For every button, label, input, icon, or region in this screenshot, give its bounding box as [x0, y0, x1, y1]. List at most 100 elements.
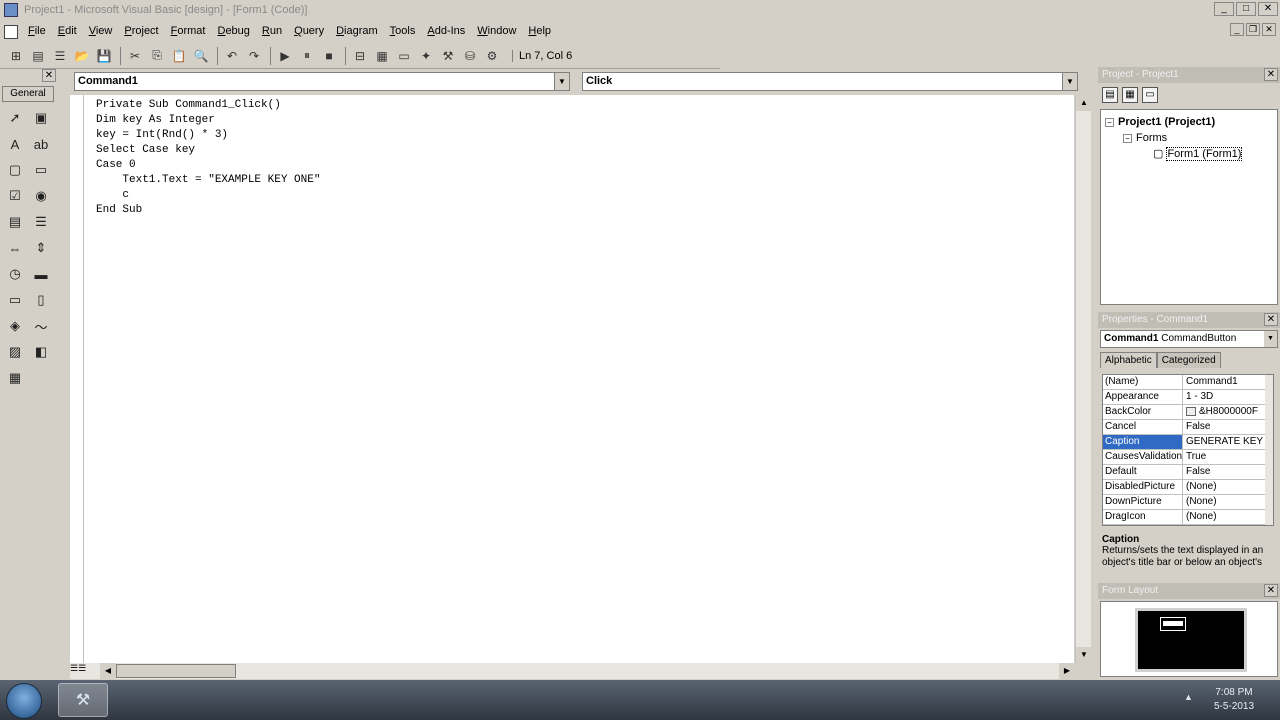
menu-window[interactable]: Window	[471, 22, 522, 41]
property-value-color[interactable]: &H8000000F	[1183, 405, 1273, 419]
form-layout-close-button[interactable]: ✕	[1264, 584, 1278, 597]
property-row[interactable]: Appearance 1 - 3D	[1103, 390, 1273, 405]
add-form-icon[interactable]: ▤	[28, 46, 48, 66]
combobox-icon[interactable]: ▤	[4, 211, 26, 233]
code-line[interactable]: Text1.Text = "EXAMPLE KEY ONE"	[96, 173, 1074, 188]
code-line[interactable]: key = Int(Rnd() * 3)	[96, 128, 1074, 143]
properties-object-combo[interactable]: Command1 CommandButton ▼	[1100, 330, 1278, 348]
copy-icon[interactable]: ⎘	[147, 46, 167, 66]
property-value[interactable]: (None)	[1183, 480, 1273, 494]
data-icon[interactable]: ◧	[30, 341, 52, 363]
image-icon[interactable]: ▨	[4, 341, 26, 363]
property-row[interactable]: Cancel False	[1103, 420, 1273, 435]
menu-help[interactable]: Help	[522, 22, 557, 41]
tab-alphabetic[interactable]: Alphabetic	[1100, 352, 1157, 368]
project-explorer-close-button[interactable]: ✕	[1264, 68, 1278, 81]
property-value[interactable]: (None)	[1183, 495, 1273, 509]
property-value[interactable]: True	[1183, 450, 1273, 464]
undo-icon[interactable]: ↶	[222, 46, 242, 66]
code-line[interactable]: Dim key As Integer	[96, 113, 1074, 128]
picturebox-icon[interactable]: ▣	[30, 107, 52, 129]
cut-icon[interactable]: ✂	[125, 46, 145, 66]
maximize-button[interactable]: □	[1236, 2, 1256, 16]
mdi-restore-button[interactable]: ❐	[1246, 23, 1260, 36]
data-view-icon[interactable]: ⛁	[460, 46, 480, 66]
mdi-close-button[interactable]: ✕	[1262, 23, 1276, 36]
code-line[interactable]: Private Sub Command1_Click()	[96, 98, 1074, 113]
scroll-up-icon[interactable]: ▲	[1076, 95, 1092, 111]
code-line-current[interactable]: c	[96, 188, 1074, 203]
toolbox-icon[interactable]: ⚒	[438, 46, 458, 66]
menu-project[interactable]: Project	[118, 22, 164, 41]
close-button[interactable]: ✕	[1258, 2, 1278, 16]
save-project-icon[interactable]: 💾	[94, 46, 114, 66]
form-preview[interactable]	[1160, 617, 1186, 631]
scroll-right-icon[interactable]: ▶	[1059, 663, 1075, 679]
minimize-button[interactable]: _	[1214, 2, 1234, 16]
vb-app-icon[interactable]	[4, 3, 18, 17]
break-icon[interactable]: ⏸	[297, 46, 317, 66]
view-toggle-icon[interactable]: ☰☰	[70, 663, 100, 679]
start-icon[interactable]: ▶	[275, 46, 295, 66]
property-row[interactable]: (Name) Command1	[1103, 375, 1273, 390]
collapse-icon[interactable]: −	[1123, 133, 1132, 143]
pointer-icon[interactable]: ➚	[4, 107, 26, 129]
menu-tools[interactable]: Tools	[384, 22, 422, 41]
tree-node-project[interactable]: − Project1 (Project1)	[1105, 114, 1273, 130]
drivelistbox-icon[interactable]: ▬	[30, 263, 52, 285]
menu-query[interactable]: Query	[288, 22, 330, 41]
project-explorer-icon[interactable]: ⊟	[350, 46, 370, 66]
scroll-left-icon[interactable]: ◀	[100, 663, 116, 679]
object-combo[interactable]: Command1 ▼	[74, 72, 570, 91]
menu-debug[interactable]: Debug	[211, 22, 255, 41]
menu-editor-icon[interactable]: ☰	[50, 46, 70, 66]
timer-icon[interactable]: ◷	[4, 263, 26, 285]
property-row[interactable]: DownPicture (None)	[1103, 495, 1273, 510]
property-value[interactable]: False	[1183, 465, 1273, 479]
property-value[interactable]: 1 - 3D	[1183, 390, 1273, 404]
chevron-down-icon[interactable]: ▼	[1264, 331, 1277, 347]
procedure-combo[interactable]: Click ▼	[582, 72, 1078, 91]
redo-icon[interactable]: ↷	[244, 46, 264, 66]
menu-view[interactable]: View	[83, 22, 119, 41]
system-clock[interactable]: 7:08 PM 5-5-2013	[1206, 686, 1262, 714]
shape-icon[interactable]: ◈	[4, 315, 26, 337]
dirlistbox-icon[interactable]: ▭	[4, 289, 26, 311]
menu-file[interactable]: File	[22, 22, 52, 41]
view-object-icon[interactable]: ▦	[1122, 87, 1138, 103]
property-value[interactable]: GENERATE KEY	[1183, 435, 1273, 449]
optionbutton-icon[interactable]: ◉	[30, 185, 52, 207]
property-row[interactable]: DragIcon (None)	[1103, 510, 1273, 525]
menu-edit[interactable]: Edit	[52, 22, 83, 41]
property-row[interactable]: CausesValidation True	[1103, 450, 1273, 465]
property-row-selected[interactable]: Caption GENERATE KEY	[1103, 435, 1273, 450]
commandbutton-icon[interactable]: ▭	[30, 159, 52, 181]
menu-run[interactable]: Run	[256, 22, 288, 41]
filelistbox-icon[interactable]: ▯	[30, 289, 52, 311]
textbox-icon[interactable]: ab	[30, 133, 52, 155]
property-row[interactable]: DisabledPicture (None)	[1103, 480, 1273, 495]
paste-icon[interactable]: 📋	[169, 46, 189, 66]
properties-window-icon[interactable]: ▦	[372, 46, 392, 66]
label-icon[interactable]: A	[4, 133, 26, 155]
visual-component-manager-icon[interactable]: ⚙	[482, 46, 502, 66]
code-margin[interactable]	[70, 95, 84, 663]
property-row[interactable]: Default False	[1103, 465, 1273, 480]
code-line[interactable]: Select Case key	[96, 143, 1074, 158]
property-value[interactable]: Command1	[1183, 375, 1273, 389]
open-project-icon[interactable]: 📂	[72, 46, 92, 66]
start-button[interactable]	[6, 683, 42, 719]
vscrollbar-icon[interactable]: ⇕	[30, 237, 52, 259]
menu-format[interactable]: Format	[165, 22, 212, 41]
toolbox-general-tab[interactable]: General	[2, 86, 54, 102]
properties-close-button[interactable]: ✕	[1264, 313, 1278, 326]
ole-icon[interactable]: ▦	[4, 367, 26, 389]
chevron-down-icon[interactable]: ▼	[1062, 73, 1077, 90]
tree-node-form1[interactable]: ▢ Form1 (Form1)	[1105, 146, 1273, 162]
form-layout-icon[interactable]: ▭	[394, 46, 414, 66]
property-row[interactable]: BackColor &H8000000F	[1103, 405, 1273, 420]
horizontal-scrollbar[interactable]: ☰☰ ◀ ▶	[70, 663, 1075, 679]
property-value[interactable]: (None)	[1183, 510, 1273, 524]
collapse-icon[interactable]: −	[1105, 117, 1114, 127]
code-editor[interactable]: Private Sub Command1_Click() Dim key As …	[84, 95, 1074, 663]
